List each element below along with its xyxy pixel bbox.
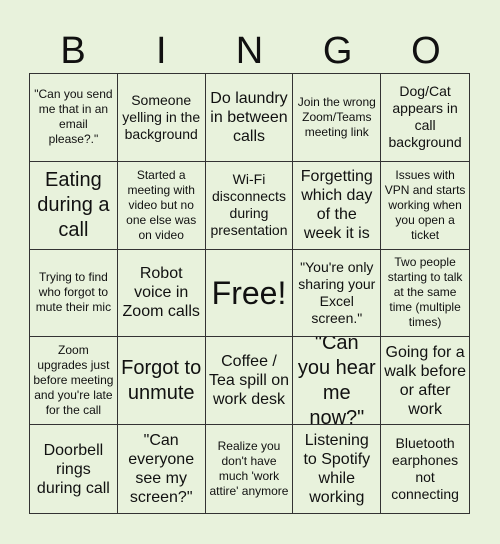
cell-text: Forgot to unmute — [121, 356, 202, 404]
cell-text: Listening to Spotify while working — [303, 432, 371, 507]
cell-text: Forgetting which day of the week it is — [300, 168, 373, 243]
bingo-cell[interactable]: Join the wrong Zoom/Teams meeting link — [293, 74, 382, 162]
bingo-cell[interactable]: "Can you send me that in an email please… — [30, 74, 118, 162]
cell-text: Wi-Fi disconnects during presentation — [210, 171, 288, 239]
bingo-cell[interactable]: Forgetting which day of the week it is — [293, 161, 382, 250]
free-space-text: Free! — [211, 274, 287, 311]
bingo-cell[interactable]: Two people starting to talk at the same … — [381, 250, 469, 338]
cell-text: Dog/Cat appears in call background — [388, 83, 462, 151]
cell-text: Do laundry in between calls — [210, 89, 288, 145]
bingo-cell[interactable]: Do laundry in between calls — [205, 74, 294, 162]
cell-text: Zoom upgrades just before meeting and yo… — [33, 343, 114, 418]
bingo-cell[interactable]: Bluetooth earphones not connecting — [381, 425, 469, 513]
cell-text: Trying to find who forgot to mute their … — [35, 270, 112, 315]
cell-text: Join the wrong Zoom/Teams meeting link — [297, 94, 376, 139]
bingo-cell[interactable]: Doorbell rings during call — [30, 425, 118, 513]
cell-text: Started a meeting with video but no one … — [126, 167, 197, 242]
bingo-cell[interactable]: Wi-Fi disconnects during presentation — [205, 161, 294, 250]
free-space-cell[interactable]: Free! — [205, 249, 294, 338]
bingo-cell[interactable]: Forgot to unmute — [117, 337, 206, 426]
bingo-card-grid: "Can you send me that in an email please… — [29, 73, 470, 514]
cell-text: Two people starting to talk at the same … — [387, 255, 463, 330]
bingo-cell[interactable]: "You're only sharing your Excel screen." — [293, 249, 382, 338]
cell-text: Bluetooth earphones not connecting — [391, 435, 459, 503]
cell-text: "You're only sharing your Excel screen." — [298, 258, 376, 326]
header-letter-i: I — [156, 29, 167, 72]
cell-text: Someone yelling in the background — [122, 91, 201, 142]
cell-text: Coffee / Tea spill on work desk — [208, 353, 290, 409]
bingo-cell[interactable]: Dog/Cat appears in call background — [381, 74, 469, 162]
header-letter-g: G — [322, 29, 353, 72]
cell-text: Robot voice in Zoom calls — [122, 265, 200, 321]
bingo-cell[interactable]: Eating during a call — [30, 161, 118, 250]
bingo-cell[interactable]: "Can you hear me now?" — [293, 337, 382, 426]
bingo-header: B I N G O — [29, 28, 470, 73]
cell-text: Doorbell rings during call — [36, 441, 110, 497]
bingo-cell[interactable]: Robot voice in Zoom calls — [117, 249, 206, 338]
cell-text: "Can you hear me now?" — [297, 337, 376, 426]
header-letter-n: N — [235, 29, 264, 72]
header-letter-o: O — [411, 29, 441, 72]
cell-text: Issues with VPN and starts working when … — [384, 167, 466, 242]
bingo-cell[interactable]: Trying to find who forgot to mute their … — [30, 249, 118, 338]
cell-text: Going for a walk before or after work — [384, 343, 467, 418]
bingo-cell[interactable]: Zoom upgrades just before meeting and yo… — [30, 337, 118, 426]
header-letter-b: B — [60, 29, 86, 72]
bingo-cell[interactable]: Listening to Spotify while working — [293, 425, 382, 513]
cell-text: Eating during a call — [37, 168, 110, 241]
bingo-cell[interactable]: Coffee / Tea spill on work desk — [205, 337, 294, 426]
bingo-cell[interactable]: Someone yelling in the background — [117, 74, 206, 162]
bingo-cell[interactable]: Started a meeting with video but no one … — [117, 161, 206, 250]
cell-text: Realize you don't have much 'work attire… — [209, 439, 289, 499]
bingo-cell[interactable]: Realize you don't have much 'work attire… — [206, 425, 294, 513]
cell-text: "Can everyone see my screen?" — [128, 432, 195, 507]
cell-text: "Can you send me that in an email please… — [34, 87, 113, 147]
bingo-cell[interactable]: Going for a walk before or after work — [381, 337, 469, 426]
bingo-cell[interactable]: Issues with VPN and starts working when … — [381, 162, 469, 250]
bingo-cell[interactable]: "Can everyone see my screen?" — [118, 425, 206, 513]
